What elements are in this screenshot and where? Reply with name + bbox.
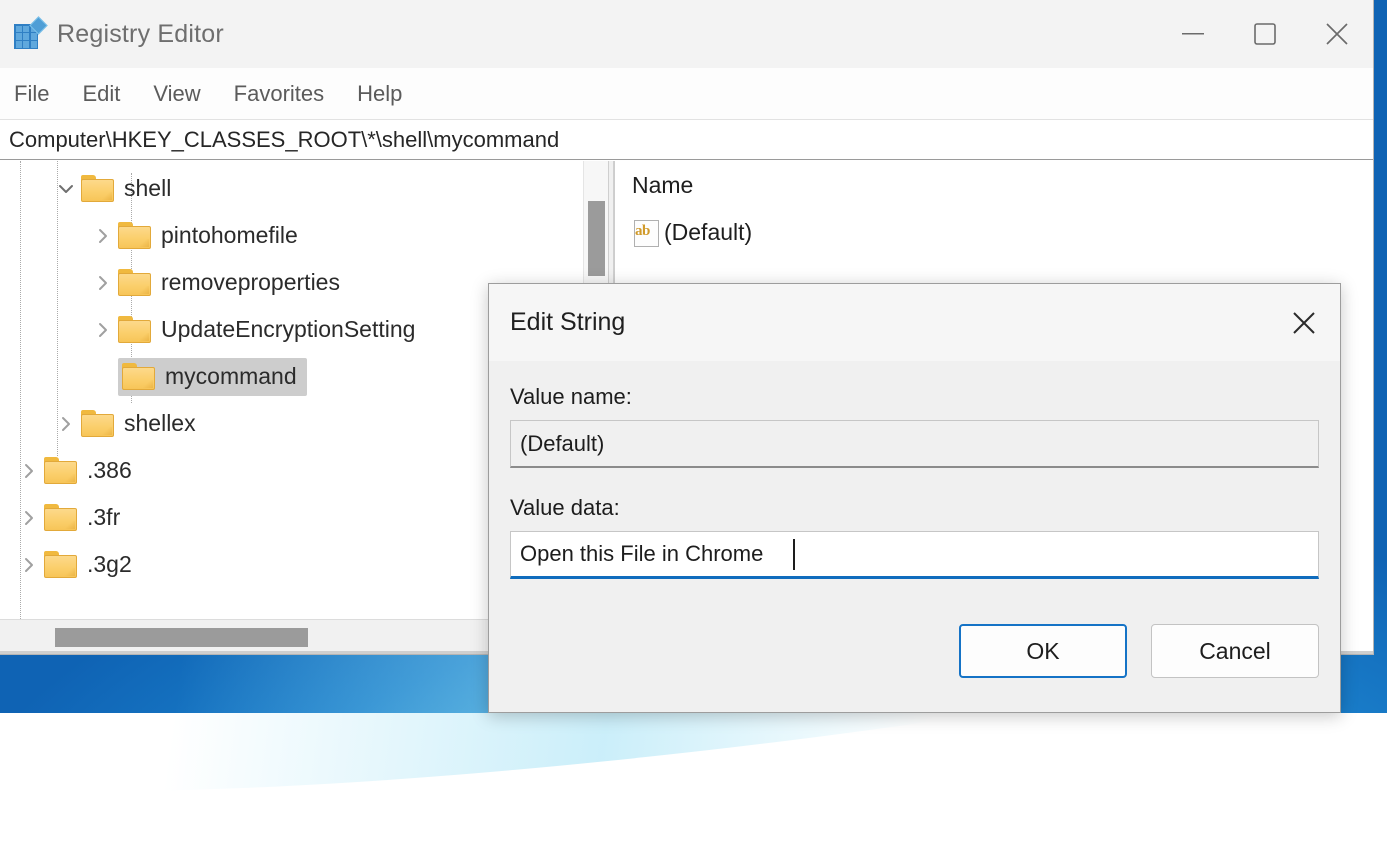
ok-button[interactable]: OK — [959, 624, 1127, 678]
window-titlebar: Registry Editor — [0, 0, 1373, 68]
dialog-body: Value name: Value data: — [489, 361, 1340, 579]
tree-item-content: UpdateEncryptionSetting — [118, 316, 415, 343]
folder-icon — [118, 316, 152, 343]
value-name-input[interactable] — [510, 420, 1319, 468]
folder-icon — [44, 551, 78, 578]
dialog-titlebar: Edit String — [489, 284, 1340, 361]
maximize-button[interactable] — [1229, 0, 1301, 68]
value-name-label: Value name: — [510, 384, 1319, 410]
menu-item-favorites[interactable]: Favorites — [234, 81, 324, 107]
close-button[interactable] — [1301, 0, 1373, 68]
folder-icon — [122, 363, 156, 390]
tree-item-content: mycommand — [118, 358, 307, 396]
value-name-cell: (Default) — [664, 219, 752, 246]
text-cursor — [793, 539, 795, 570]
folder-icon — [81, 175, 115, 202]
address-bar[interactable]: Computer\HKEY_CLASSES_ROOT\*\shell\mycom… — [0, 120, 1373, 160]
tree-item-pintohomefile[interactable]: pintohomefile — [0, 212, 583, 259]
chevron-down-icon[interactable] — [51, 165, 81, 212]
tree-hscrollbar-thumb[interactable] — [55, 628, 308, 647]
table-row[interactable]: ab (Default) — [615, 209, 1373, 256]
tree-item-content: .3fr — [44, 504, 120, 531]
tree-scrollbar-thumb[interactable] — [588, 201, 605, 276]
tree-item-shell[interactable]: shell — [0, 165, 583, 212]
tree-item-label: mycommand — [165, 365, 297, 388]
menu-item-edit[interactable]: Edit — [82, 81, 120, 107]
menu-item-file[interactable]: File — [14, 81, 49, 107]
folder-icon — [118, 222, 152, 249]
dialog-close-button[interactable] — [1268, 284, 1340, 361]
tree-item-label: .3fr — [87, 506, 120, 529]
string-value-icon: ab — [632, 218, 662, 248]
folder-icon — [44, 457, 78, 484]
chevron-right-icon[interactable] — [51, 400, 81, 447]
chevron-right-icon[interactable] — [88, 259, 118, 306]
folder-icon — [81, 410, 115, 437]
value-data-input[interactable] — [510, 531, 1319, 579]
menu-item-help[interactable]: Help — [357, 81, 402, 107]
tree-item-content: .386 — [44, 457, 132, 484]
chevron-right-icon[interactable] — [88, 306, 118, 353]
tree-item-label: pintohomefile — [161, 224, 298, 247]
cancel-button[interactable]: Cancel — [1151, 624, 1319, 678]
tree-item-label: .3g2 — [87, 553, 132, 576]
dialog-button-bar: OK Cancel — [959, 590, 1319, 712]
tree-item-label: UpdateEncryptionSetting — [161, 318, 415, 341]
tree-item-label: .386 — [87, 459, 132, 482]
menu-bar: File Edit View Favorites Help — [0, 68, 1373, 120]
window-controls — [1157, 0, 1373, 68]
tree-item-label: shell — [124, 177, 171, 200]
tree-item-content: removeproperties — [118, 269, 340, 296]
values-column-header[interactable]: Name — [615, 161, 1373, 209]
value-data-field-wrapper — [510, 531, 1319, 579]
chevron-right-icon[interactable] — [14, 494, 44, 541]
tree-item-label: shellex — [124, 412, 196, 435]
window-title: Registry Editor — [57, 20, 224, 49]
registry-editor-icon — [13, 18, 45, 50]
tree-item-label: removeproperties — [161, 271, 340, 294]
dialog-title: Edit String — [510, 308, 625, 337]
value-data-label: Value data: — [510, 495, 1319, 521]
chevron-right-icon[interactable] — [14, 541, 44, 588]
tree-item-content: shellex — [81, 410, 196, 437]
tree-item-content: shell — [81, 175, 171, 202]
edit-string-dialog: Edit String Value name: Value data: OK C… — [488, 283, 1341, 713]
tree-item-content: .3g2 — [44, 551, 132, 578]
chevron-right-icon[interactable] — [88, 212, 118, 259]
registry-path: Computer\HKEY_CLASSES_ROOT\*\shell\mycom… — [9, 127, 559, 153]
tree-item-content: pintohomefile — [118, 222, 298, 249]
chevron-right-icon[interactable] — [14, 447, 44, 494]
column-header-name[interactable]: Name — [632, 172, 693, 199]
folder-icon — [44, 504, 78, 531]
minimize-button[interactable] — [1157, 0, 1229, 68]
folder-icon — [118, 269, 152, 296]
menu-item-view[interactable]: View — [153, 81, 200, 107]
